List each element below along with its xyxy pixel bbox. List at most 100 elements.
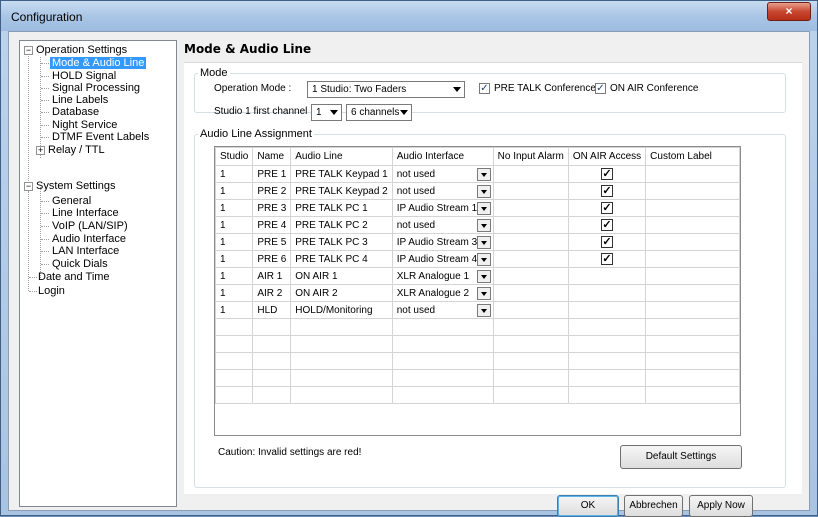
cell-iface[interactable]: not used bbox=[391, 301, 494, 319]
on-air-conference-checkbox[interactable]: ✓ bbox=[595, 83, 606, 94]
cell-alarm[interactable] bbox=[492, 369, 569, 387]
table-row[interactable] bbox=[215, 335, 740, 353]
cell-custom[interactable] bbox=[645, 318, 740, 336]
cell-line[interactable] bbox=[290, 386, 393, 404]
cell-iface[interactable]: not used bbox=[391, 216, 494, 234]
tree-item-database[interactable]: Database bbox=[52, 106, 99, 119]
cell-iface[interactable] bbox=[391, 318, 494, 336]
cell-line[interactable]: ON AIR 1 bbox=[290, 267, 393, 285]
cell-line[interactable]: PRE TALK PC 2 bbox=[290, 216, 393, 234]
cell-studio[interactable]: 1 bbox=[215, 284, 254, 302]
cell-studio[interactable]: 1 bbox=[215, 267, 254, 285]
cell-line[interactable]: PRE TALK PC 1 bbox=[290, 199, 393, 217]
cell-custom[interactable] bbox=[645, 165, 740, 183]
cell-alarm[interactable] bbox=[492, 318, 569, 336]
cell-iface[interactable]: not used bbox=[391, 165, 494, 183]
cell-name[interactable] bbox=[252, 352, 292, 370]
tree-item-line-interface[interactable]: Line Interface bbox=[52, 207, 119, 220]
cell-iface[interactable]: XLR Analogue 1 bbox=[391, 267, 494, 285]
tree-item-lan-interface[interactable]: LAN Interface bbox=[52, 245, 119, 258]
table-row[interactable] bbox=[215, 386, 740, 404]
cell-line[interactable]: ON AIR 2 bbox=[290, 284, 393, 302]
on-air-access-checkbox[interactable]: ✓ bbox=[600, 168, 613, 180]
cell-alarm[interactable] bbox=[492, 352, 569, 370]
cell-access[interactable] bbox=[567, 386, 647, 404]
cell-access[interactable] bbox=[567, 335, 647, 353]
cell-iface[interactable]: XLR Analogue 2 bbox=[391, 284, 494, 302]
cell-iface[interactable]: not used bbox=[391, 182, 494, 200]
cell-name[interactable] bbox=[252, 318, 292, 336]
close-button[interactable]: × bbox=[767, 2, 811, 21]
cell-custom[interactable] bbox=[645, 216, 740, 234]
channels-select[interactable]: 6 channels bbox=[346, 104, 412, 121]
table-row[interactable]: 1 PRE 6 PRE TALK PC 4 IP Audio Stream 4 ✓ bbox=[215, 250, 740, 268]
table-row[interactable]: 1 PRE 2 PRE TALK Keypad 2 not used ✓ bbox=[215, 182, 740, 200]
pre-talk-conference-checkbox[interactable]: ✓ bbox=[479, 83, 490, 94]
tree-item-mode-audio-line[interactable]: Mode & Audio Line bbox=[50, 57, 147, 70]
cell-iface[interactable] bbox=[391, 352, 494, 370]
cell-line[interactable] bbox=[290, 352, 393, 370]
operation-mode-select[interactable]: 1 Studio: Two Faders bbox=[307, 81, 465, 98]
column-header-no-input-alarm[interactable]: No Input Alarm bbox=[492, 147, 569, 166]
cell-studio[interactable]: 1 bbox=[215, 182, 254, 200]
tree-item-operation-settings[interactable]: Operation Settings bbox=[36, 44, 127, 57]
cell-name[interactable]: AIR 2 bbox=[252, 284, 292, 302]
column-header-custom-label[interactable]: Custom Label bbox=[645, 147, 740, 166]
dropdown-arrow-icon[interactable] bbox=[476, 219, 491, 232]
cell-line[interactable]: PRE TALK PC 3 bbox=[290, 233, 393, 251]
cell-alarm[interactable] bbox=[492, 284, 569, 302]
cell-custom[interactable] bbox=[645, 335, 740, 353]
cell-custom[interactable] bbox=[645, 369, 740, 387]
cell-alarm[interactable] bbox=[492, 301, 569, 319]
cell-access[interactable]: ✓ bbox=[567, 199, 647, 217]
cancel-button[interactable]: Abbrechen bbox=[624, 495, 683, 517]
cell-line[interactable] bbox=[290, 335, 393, 353]
cell-access[interactable]: ✓ bbox=[567, 165, 647, 183]
cell-alarm[interactable] bbox=[492, 233, 569, 251]
cell-studio[interactable]: 1 bbox=[215, 165, 254, 183]
tree-item-login[interactable]: Login bbox=[38, 285, 65, 298]
cell-access[interactable] bbox=[567, 267, 647, 285]
tree-item-voip[interactable]: VoIP (LAN/SIP) bbox=[52, 220, 128, 233]
dropdown-arrow-icon[interactable] bbox=[476, 185, 491, 198]
on-air-access-checkbox[interactable]: ✓ bbox=[600, 219, 613, 231]
tree-item-relay-ttl[interactable]: Relay / TTL bbox=[48, 144, 105, 157]
cell-name[interactable]: PRE 2 bbox=[252, 182, 292, 200]
cell-name[interactable]: AIR 1 bbox=[252, 267, 292, 285]
cell-name[interactable]: PRE 1 bbox=[252, 165, 292, 183]
table-row[interactable] bbox=[215, 369, 740, 387]
cell-alarm[interactable] bbox=[492, 250, 569, 268]
table-row[interactable]: 1 PRE 3 PRE TALK PC 1 IP Audio Stream 1 ✓ bbox=[215, 199, 740, 217]
table-row[interactable] bbox=[215, 352, 740, 370]
cell-custom[interactable] bbox=[645, 267, 740, 285]
cell-name[interactable]: PRE 4 bbox=[252, 216, 292, 234]
cell-access[interactable] bbox=[567, 352, 647, 370]
collapse-icon[interactable]: − bbox=[24, 46, 33, 55]
cell-iface[interactable] bbox=[391, 386, 494, 404]
on-air-access-checkbox[interactable]: ✓ bbox=[600, 236, 613, 248]
cell-studio[interactable] bbox=[215, 335, 254, 353]
on-air-access-checkbox[interactable]: ✓ bbox=[600, 253, 613, 265]
cell-name[interactable]: PRE 5 bbox=[252, 233, 292, 251]
cell-custom[interactable] bbox=[645, 301, 740, 319]
table-row[interactable]: 1 PRE 5 PRE TALK PC 3 IP Audio Stream 3 ✓ bbox=[215, 233, 740, 251]
dropdown-arrow-icon[interactable] bbox=[476, 287, 491, 300]
cell-alarm[interactable] bbox=[492, 335, 569, 353]
cell-studio[interactable] bbox=[215, 352, 254, 370]
cell-name[interactable] bbox=[252, 335, 292, 353]
table-row[interactable] bbox=[215, 318, 740, 336]
cell-line[interactable] bbox=[290, 318, 393, 336]
apply-now-button[interactable]: Apply Now bbox=[689, 495, 753, 517]
cell-access[interactable]: ✓ bbox=[567, 182, 647, 200]
cell-access[interactable] bbox=[567, 318, 647, 336]
cell-access[interactable] bbox=[567, 284, 647, 302]
cell-custom[interactable] bbox=[645, 182, 740, 200]
cell-alarm[interactable] bbox=[492, 165, 569, 183]
cell-alarm[interactable] bbox=[492, 199, 569, 217]
cell-name[interactable] bbox=[252, 386, 292, 404]
cell-name[interactable]: PRE 6 bbox=[252, 250, 292, 268]
cell-line[interactable]: PRE TALK PC 4 bbox=[290, 250, 393, 268]
cell-custom[interactable] bbox=[645, 386, 740, 404]
cell-custom[interactable] bbox=[645, 199, 740, 217]
cell-studio[interactable] bbox=[215, 318, 254, 336]
